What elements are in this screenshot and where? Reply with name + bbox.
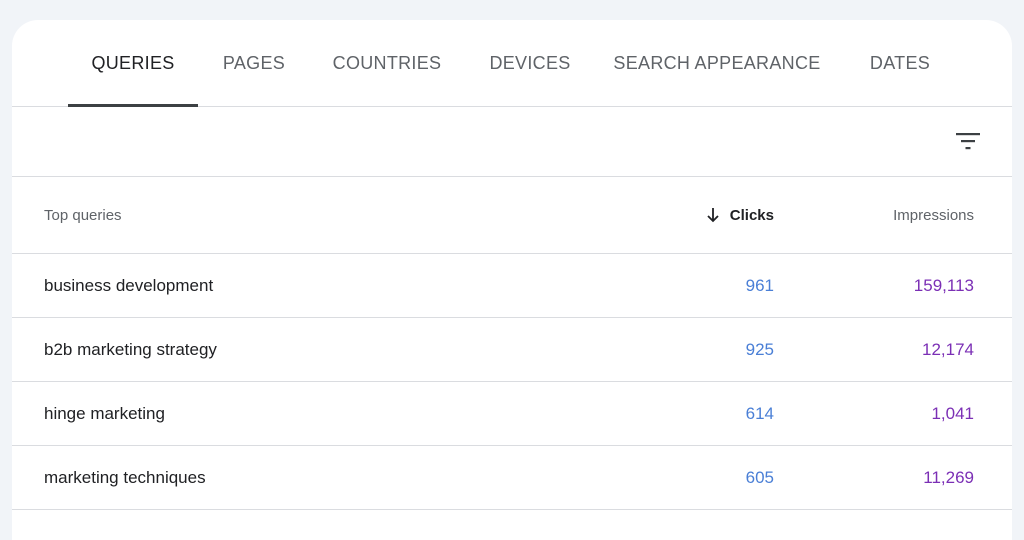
tab-dates[interactable]: DATES bbox=[858, 20, 942, 106]
header-clicks-label: Clicks bbox=[729, 206, 774, 224]
table-row[interactable]: b2b marketing strategy 925 12,174 bbox=[12, 318, 1012, 382]
clicks-cell: 925 bbox=[745, 339, 774, 359]
clicks-cell: 614 bbox=[745, 403, 774, 423]
clicks-cell: 961 bbox=[745, 275, 774, 295]
query-cell: b2b marketing strategy bbox=[44, 339, 217, 359]
tab-bar: QUERIES PAGES COUNTRIES DEVICES SEARCH A… bbox=[12, 20, 1012, 107]
impressions-cell: 1,041 bbox=[931, 403, 974, 423]
table-toolbar bbox=[12, 107, 1012, 177]
header-clicks-sort[interactable]: Clicks bbox=[706, 177, 774, 253]
table-row[interactable]: business development 961 159,113 bbox=[12, 254, 1012, 318]
impressions-cell: 12,174 bbox=[922, 339, 974, 359]
filter-list-icon bbox=[956, 133, 980, 150]
tab-search-appearance[interactable]: SEARCH APPEARANCE bbox=[610, 20, 824, 106]
tab-queries[interactable]: QUERIES bbox=[68, 20, 198, 106]
query-cell: marketing techniques bbox=[44, 467, 206, 487]
arrow-down-icon bbox=[706, 207, 720, 223]
impressions-cell: 11,269 bbox=[923, 467, 974, 487]
header-top-queries: Top queries bbox=[44, 206, 122, 224]
tab-countries[interactable]: COUNTRIES bbox=[326, 20, 448, 106]
table-row[interactable]: hinge marketing 614 1,041 bbox=[12, 382, 1012, 446]
tab-devices[interactable]: DEVICES bbox=[480, 20, 580, 106]
header-impressions[interactable]: Impressions bbox=[893, 177, 974, 253]
query-cell: business development bbox=[44, 275, 214, 295]
table-header: Top queries Clicks Impressions bbox=[12, 177, 1012, 254]
clicks-cell: 605 bbox=[745, 467, 774, 487]
performance-card: QUERIES PAGES COUNTRIES DEVICES SEARCH A… bbox=[12, 20, 1012, 540]
query-cell: hinge marketing bbox=[44, 403, 165, 423]
tab-pages[interactable]: PAGES bbox=[214, 20, 294, 106]
filter-button[interactable] bbox=[952, 125, 984, 157]
table-row[interactable]: marketing techniques 605 11,269 bbox=[12, 446, 1012, 510]
impressions-cell: 159,113 bbox=[913, 275, 974, 295]
